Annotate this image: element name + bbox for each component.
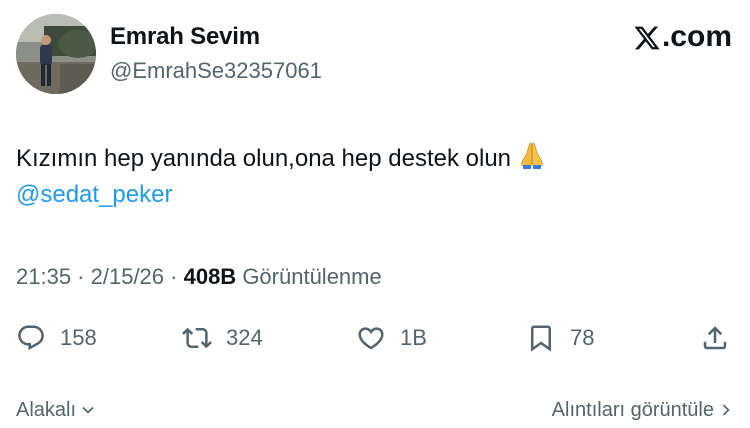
tweet-footer: Alakalı Alıntıları görüntüle (16, 392, 734, 428)
bookmark-button[interactable]: 78 (526, 318, 594, 358)
tweet-meta: 21:35 · 2/15/26 · 408B Görüntülenme (16, 262, 382, 292)
mention-link[interactable]: @sedat_peker (16, 177, 734, 213)
folded-hands-emoji (521, 142, 543, 169)
view-quotes-label: Alıntıları görüntüle (551, 399, 714, 421)
tweet-date[interactable]: 2/15/26 (91, 264, 164, 289)
like-count: 1B (400, 325, 427, 350)
reply-button[interactable]: 158 (16, 318, 97, 358)
share-icon (703, 326, 727, 350)
x-logo-icon (634, 26, 660, 49)
tweet-time[interactable]: 21:35 (16, 264, 71, 289)
view-quotes-link[interactable]: Alıntıları görüntüle (552, 392, 734, 428)
views-count: 408B (183, 264, 237, 289)
repost-count: 324 (226, 325, 263, 350)
author-display-name[interactable]: Emrah Sevim (110, 22, 322, 52)
tweet-text: Kızımın hep yanında olun,ona hep destek … (16, 140, 734, 213)
like-button[interactable]: 1B (356, 318, 427, 358)
author-names: Emrah Sevim @EmrahSe32357061 (110, 22, 322, 86)
tweet-line-1: Kızımın hep yanında olun,ona hep destek … (16, 140, 734, 177)
bookmark-icon (531, 325, 551, 352)
avatar[interactable] (16, 14, 96, 94)
author-handle[interactable]: @EmrahSe32357061 (110, 56, 322, 86)
share-button[interactable] (700, 318, 730, 358)
repost-button[interactable]: 324 (182, 318, 263, 358)
views-label: Görüntülenme (242, 264, 382, 289)
reply-count: 158 (60, 325, 97, 350)
meta-separator: · (164, 264, 184, 289)
chevron-down-icon (82, 406, 94, 414)
meta-separator: · (71, 264, 91, 289)
action-bar: 158 324 1B 78 (16, 318, 734, 358)
brand-domain: .com (661, 20, 732, 53)
avatar-photo (16, 14, 96, 94)
heart-icon (358, 327, 384, 350)
relevant-label: Alakalı (16, 399, 77, 421)
tweet-header: Emrah Sevim @EmrahSe32357061 .com (16, 12, 734, 96)
tweet-text-body: Kızımın hep yanında olun,ona hep destek … (16, 145, 512, 172)
x-brand: .com (633, 20, 732, 54)
relevant-dropdown[interactable]: Alakalı (16, 392, 96, 428)
bookmark-count: 78 (570, 325, 595, 350)
chevron-right-icon (722, 404, 730, 416)
reply-icon (18, 325, 44, 351)
repost-icon (182, 327, 212, 349)
